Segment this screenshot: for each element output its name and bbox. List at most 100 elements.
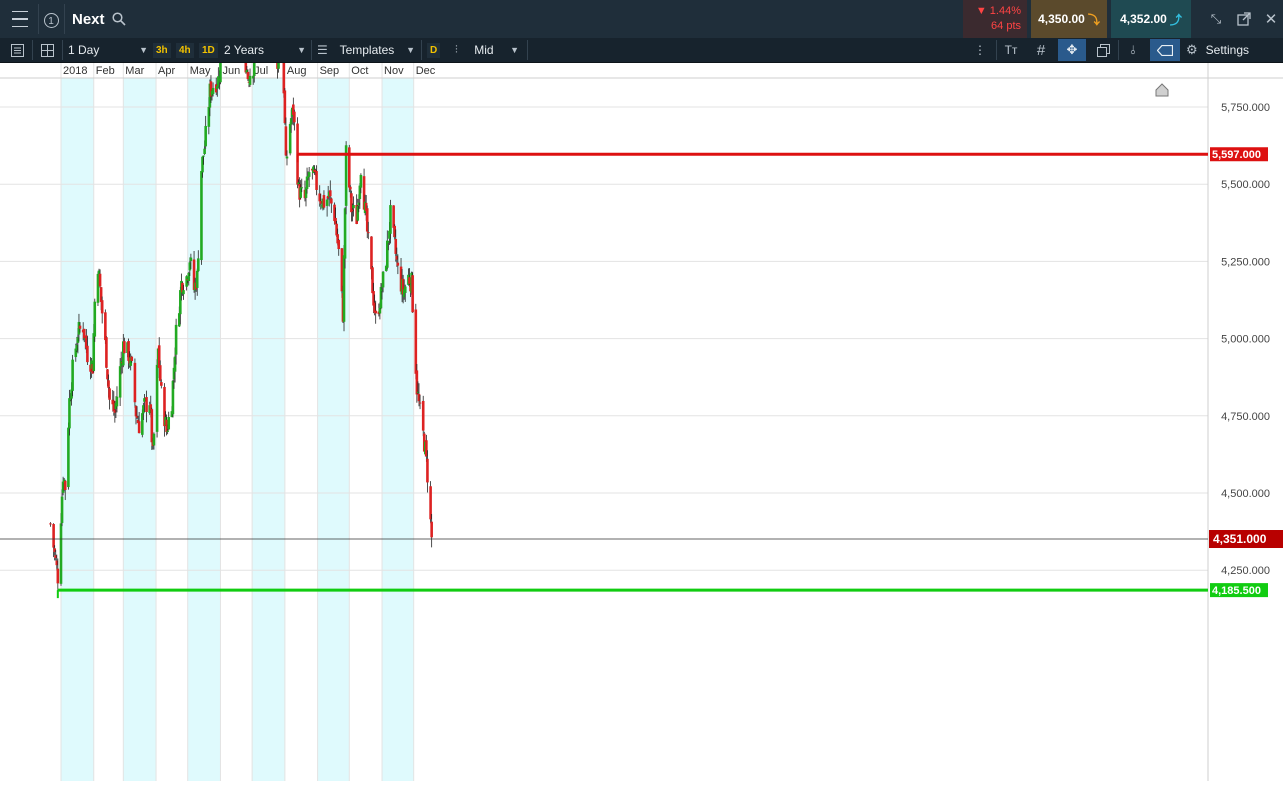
candle-up <box>211 87 215 94</box>
month-shade-band <box>61 78 94 781</box>
up-arrow-icon: ⤴ <box>1169 12 1182 27</box>
price-tick-label: 5,000.000 <box>1221 334 1270 346</box>
indicators-icon[interactable]: ⋮ <box>970 41 990 59</box>
candle-up <box>166 430 169 432</box>
candle-down <box>293 111 296 123</box>
change-percent: ▼ 1.44% <box>975 5 1021 17</box>
level-tag-label: 5,597.000 <box>1212 149 1261 161</box>
candle-up <box>204 125 207 147</box>
candle-down <box>366 232 370 234</box>
candle-down <box>330 198 333 204</box>
candle-up <box>152 433 156 446</box>
quick-interval-4h[interactable]: 4h <box>176 41 194 59</box>
candle-down <box>130 356 134 361</box>
month-shade-band <box>252 78 285 781</box>
instrument-title[interactable]: Next <box>72 10 105 28</box>
candle-down <box>396 262 400 266</box>
month-shade-band <box>187 78 221 781</box>
candle-up <box>381 271 385 288</box>
candle-down <box>421 400 425 431</box>
candle-up <box>155 364 159 432</box>
month-label: Feb <box>96 65 115 77</box>
price-tick-label: 5,250.000 <box>1221 256 1270 268</box>
candle-up <box>195 270 199 288</box>
pop-out-icon[interactable] <box>1235 10 1253 28</box>
layout-icon[interactable] <box>38 41 56 59</box>
price-axis: 4,250.000 4,500.000 4,750.000 5,000.000 5,25… <box>1221 102 1270 577</box>
candle-up <box>189 257 193 262</box>
templates-label: Templates <box>339 43 395 57</box>
copy-icon[interactable] <box>1092 41 1114 59</box>
candle-up <box>300 187 304 189</box>
quick-interval-label: 1D <box>199 42 218 58</box>
chevron-down-icon: ▼ <box>139 45 148 55</box>
buy-price-button[interactable]: 4,352.00 ⤴ <box>1111 0 1191 38</box>
candle-down <box>370 236 373 270</box>
hamburger-menu-icon[interactable] <box>8 8 32 30</box>
level-tag-label: 4,185.500 <box>1212 585 1261 597</box>
candle-up <box>359 174 363 188</box>
candle-down <box>418 402 422 404</box>
price-tick-label: 5,750.000 <box>1221 102 1270 114</box>
search-icon[interactable] <box>110 10 128 28</box>
sell-price-button[interactable]: 4,350.00 ⤵ <box>1031 0 1107 38</box>
candle-up <box>71 359 74 391</box>
crosshair-tool-icon[interactable]: ✥ <box>1058 39 1086 61</box>
grid-icon[interactable]: # <box>1030 41 1052 59</box>
price-chart[interactable]: 2018 Feb Mar Apr May Jun Jul Aug Sep Oct Nov Dec 4,… <box>0 63 1283 788</box>
candle-up <box>115 396 119 407</box>
candle-down <box>56 568 60 584</box>
range-select[interactable]: 2 Years ▼ <box>224 41 306 59</box>
candle-down <box>123 341 126 354</box>
draw-tool-icon[interactable]: ⫰ <box>1122 41 1144 59</box>
sliders-icon: ☰ <box>317 43 328 57</box>
month-label: Nov <box>384 65 404 77</box>
candle-down <box>411 275 414 313</box>
horizontal-levels[interactable] <box>0 63 1208 599</box>
candle-down <box>52 524 55 548</box>
candle-down <box>374 310 377 314</box>
range-value: 2 Years <box>224 43 265 57</box>
quick-interval-1d[interactable]: 1D <box>199 41 218 59</box>
month-shade-band <box>382 78 414 781</box>
text-tool-icon[interactable]: Tт <box>1000 41 1022 59</box>
month-label: Dec <box>416 65 436 77</box>
interval-select[interactable]: 1 Day ▼ <box>68 41 148 59</box>
candle-down <box>49 523 52 525</box>
templates-button[interactable]: ☰ Templates ▼ <box>317 41 415 59</box>
candle-up <box>389 205 392 234</box>
candle-up <box>252 63 256 77</box>
price-tick-label: 5,500.000 <box>1221 179 1270 191</box>
candle-up <box>248 75 252 85</box>
candlesticks <box>49 63 433 594</box>
list-icon[interactable] <box>8 41 26 59</box>
settings-button[interactable]: ⚙ Settings <box>1186 41 1278 59</box>
candle-down <box>108 388 111 400</box>
month-axis: 2018 Feb Mar Apr May Jun Jul Aug Sep Oct Nov Dec <box>63 65 436 77</box>
month-label: Apr <box>158 65 175 77</box>
price-mode-select[interactable]: ⫶ Mid ▼ <box>455 41 519 59</box>
quick-interval-3h[interactable]: 3h <box>153 41 171 59</box>
price-tick-label: 4,250.000 <box>1221 565 1270 577</box>
scroll-marker[interactable] <box>1155 83 1169 97</box>
candle-up <box>200 170 203 261</box>
candle-down <box>98 273 102 287</box>
candle-up <box>325 199 329 206</box>
candle-up <box>196 258 200 272</box>
price-tags: 6,211.0005,597.0004,185.5004,351.000 <box>1209 147 1283 598</box>
price-tick-label: 4,500.000 <box>1221 488 1270 500</box>
candle-down <box>104 312 107 341</box>
chart-type-label: D <box>427 42 441 58</box>
candle-down <box>426 458 429 483</box>
current-price-label: 4,351.000 <box>1213 532 1267 546</box>
chart-type-badge[interactable]: D <box>427 41 441 59</box>
close-icon[interactable]: ✕ <box>1262 10 1280 28</box>
buy-price: 4,352.00 <box>1120 12 1167 26</box>
candle-up <box>352 205 355 209</box>
candle-down <box>158 365 162 381</box>
info-icon[interactable]: 1 <box>42 11 60 29</box>
collapse-icon[interactable]: ⤡ <box>1207 10 1225 28</box>
candle-down <box>160 382 163 386</box>
month-label: Jun <box>222 65 240 77</box>
label-tool-icon[interactable] <box>1150 39 1180 61</box>
